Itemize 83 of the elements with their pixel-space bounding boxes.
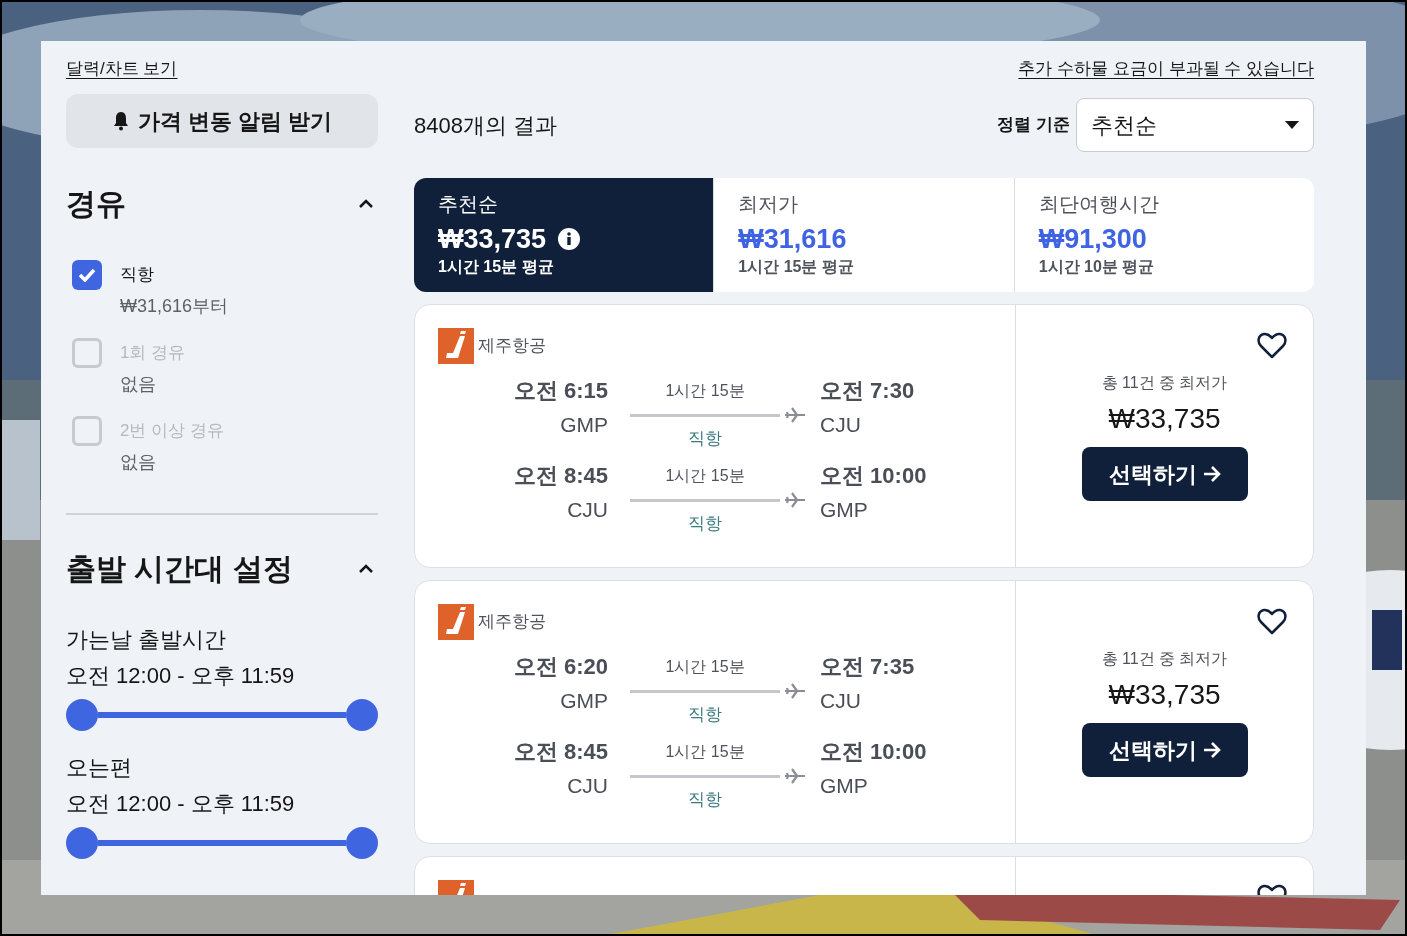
section-title: 경유	[66, 186, 126, 222]
airport-code: GMP	[820, 497, 869, 523]
logo-icon	[438, 604, 474, 640]
tab-title: 추천순	[438, 192, 499, 217]
option-label: 2번 이상 경유	[120, 420, 224, 442]
range-value: 오전 12:00 - 오후 11:59	[66, 790, 296, 818]
arrival-time: 오전 7:35	[820, 653, 915, 681]
chevron-up-icon[interactable]	[358, 563, 374, 575]
chevron-up-icon[interactable]	[358, 198, 374, 210]
option-sublabel: ₩31,616부터	[120, 295, 229, 318]
tab-duration: 1시간 15분 평균	[738, 257, 855, 277]
section-title: 출발 시간대 설정	[66, 551, 293, 587]
option-label: 직항	[120, 264, 155, 286]
sort-tab[interactable]: 최단여행시간 ₩91,300 1시간 10분 평균	[1013, 178, 1314, 292]
plane-icon	[785, 407, 805, 423]
sort-dropdown[interactable]: 추천순	[1076, 98, 1314, 152]
airport-code: CJU	[567, 497, 608, 523]
airport-code: CJU	[567, 773, 608, 799]
select-button[interactable]: 선택하기	[1081, 723, 1248, 777]
range-label: 오는편	[66, 754, 133, 782]
airline-name: 제주항공	[478, 335, 546, 358]
option-label: 1회 경유	[120, 342, 186, 364]
price-alert-button[interactable]: 가격 변동 알림 받기	[66, 94, 378, 148]
departure-time: 오전 8:45	[513, 738, 608, 766]
tab-price: ₩33,735	[438, 223, 547, 256]
arrival-time: 오전 10:00	[820, 462, 927, 490]
departure-time: 오전 6:20	[513, 653, 608, 681]
heart-icon[interactable]	[1257, 607, 1287, 635]
airline-name: 제주항공	[478, 611, 546, 634]
stops-label: 직항	[687, 428, 723, 450]
sort-tab[interactable]: 추천순 ₩33,735 1시간 15분 평균	[414, 178, 714, 292]
results-count: 8408개의 결과	[414, 111, 558, 140]
plane-icon	[785, 768, 805, 784]
tab-price: ₩31,616	[738, 223, 847, 256]
tab-price: ₩91,300	[1038, 223, 1147, 256]
airport-code: GMP	[560, 688, 608, 714]
price-caption: 총 11건 중 최저가	[1101, 373, 1228, 393]
slider-handle[interactable]	[346, 699, 378, 731]
plane-icon	[785, 683, 805, 699]
arrow-right-icon	[1202, 465, 1221, 483]
plane-icon	[785, 492, 805, 508]
option-sublabel: 없음	[120, 451, 157, 474]
price: ₩33,735	[1108, 402, 1221, 436]
arrival-time: 오전 10:00	[820, 738, 927, 766]
departure-time: 오전 6:15	[513, 377, 608, 405]
slider-handle[interactable]	[66, 827, 98, 859]
stops-label: 직항	[687, 513, 723, 535]
checkbox[interactable]	[72, 260, 102, 290]
baggage-notice-link[interactable]: 추가 수하물 요금이 부과될 수 있습니다	[1018, 57, 1314, 81]
departure-time: 오전 8:45	[513, 462, 608, 490]
airport-code: GMP	[560, 412, 608, 438]
price: ₩33,735	[1108, 678, 1221, 712]
price-caption: 총 11건 중 최저가	[1101, 649, 1228, 669]
option-sublabel: 없음	[120, 373, 157, 396]
logo-icon	[438, 328, 474, 364]
flight-duration: 1시간 15분	[664, 742, 746, 762]
slider-handle[interactable]	[346, 827, 378, 859]
tab-duration: 1시간 10분 평균	[1038, 257, 1156, 277]
heart-icon[interactable]	[1257, 331, 1287, 359]
checkmark-icon	[78, 268, 96, 282]
slider-track[interactable]	[98, 712, 346, 718]
arrival-time: 오전 7:30	[820, 377, 915, 405]
stops-label: 직항	[687, 789, 723, 811]
sort-label: 정렬 기준	[997, 114, 1070, 137]
tab-duration: 1시간 15분 평균	[438, 257, 555, 277]
flight-duration: 1시간 15분	[664, 381, 746, 401]
tab-title: 최단여행시간	[1038, 192, 1160, 217]
bell-icon	[111, 111, 130, 131]
stops-label: 직항	[687, 704, 723, 726]
flight-duration: 1시간 15분	[664, 657, 746, 677]
caret-down-icon	[1285, 121, 1299, 129]
airport-code: GMP	[820, 773, 869, 799]
tab-title: 최저가	[738, 192, 800, 217]
slider-handle[interactable]	[66, 699, 98, 731]
range-label: 가는날 출발시간	[66, 626, 228, 654]
flight-duration: 1시간 15분	[664, 466, 746, 486]
airport-code: CJU	[820, 688, 862, 714]
range-value: 오전 12:00 - 오후 11:59	[66, 662, 296, 690]
airport-code: CJU	[820, 412, 862, 438]
select-button[interactable]: 선택하기	[1081, 447, 1248, 501]
calendar-link[interactable]: 달력/차트 보기	[66, 57, 178, 81]
arrow-right-icon	[1202, 741, 1221, 759]
slider-track[interactable]	[98, 840, 346, 846]
